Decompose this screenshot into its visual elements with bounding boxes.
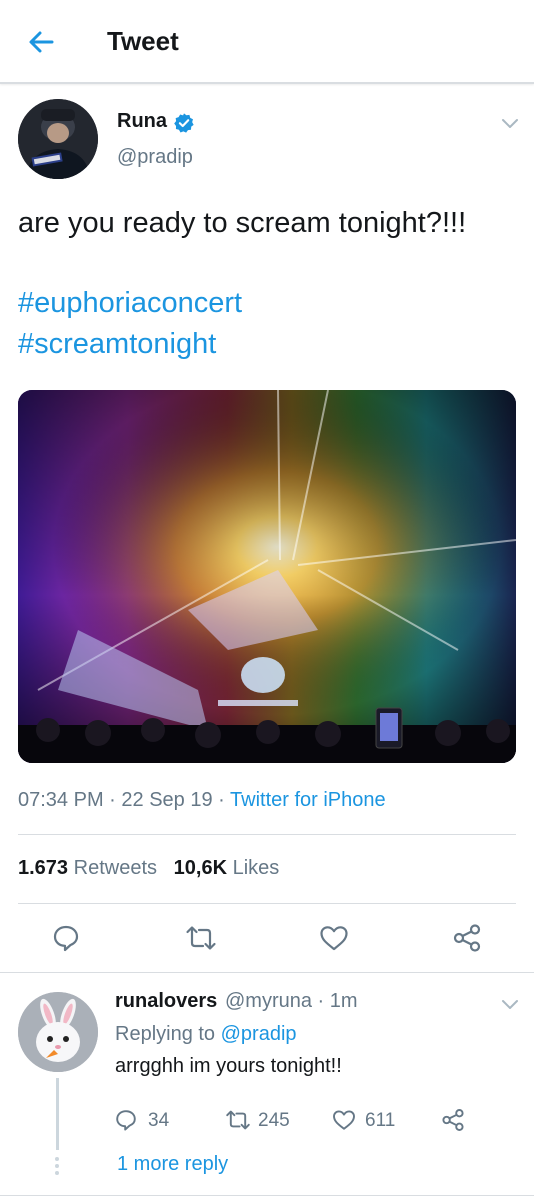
- author-handle[interactable]: @pradip: [117, 146, 193, 169]
- reply-time: 1m: [329, 990, 358, 1012]
- arrow-left-icon: [29, 31, 54, 53]
- tweet-date: 22 Sep 19: [121, 789, 213, 811]
- reply-icon: [53, 925, 79, 952]
- thread-dot: [55, 1171, 59, 1175]
- avatar-image: [18, 992, 98, 1072]
- chevron-down-icon[interactable]: [499, 993, 521, 1015]
- retweets-label: Retweets: [73, 857, 157, 879]
- more-replies-link[interactable]: 1 more reply: [117, 1153, 228, 1176]
- divider: [18, 903, 516, 904]
- reply-author-handle[interactable]: @myruna: [225, 990, 312, 1012]
- tweet-time: 07:34 PM: [18, 789, 104, 811]
- separator-dot: ·: [218, 789, 231, 811]
- retweets-stat[interactable]: 1.673 Retweets: [18, 857, 157, 879]
- retweets-count: 1.673: [18, 857, 69, 879]
- tweet-stats: 1.673 Retweets 10,6K Likes: [18, 857, 279, 880]
- verified-badge-icon: [174, 113, 194, 133]
- thread-dot: [55, 1157, 59, 1161]
- hashtag-link[interactable]: #euphoriaconcert: [18, 283, 242, 323]
- tweet-text: are you ready to scream tonight?!!!: [18, 207, 467, 239]
- reply-button[interactable]: [51, 923, 81, 953]
- heart-icon: [320, 926, 348, 951]
- share-icon: [453, 924, 481, 952]
- author-name[interactable]: Runa: [117, 110, 167, 133]
- top-bar: Tweet: [0, 0, 534, 84]
- reply-retweet-button[interactable]: [225, 1108, 251, 1132]
- share-button[interactable]: [452, 923, 482, 953]
- reply-author-avatar[interactable]: [18, 992, 98, 1072]
- hashtag-link[interactable]: #screamtonight: [18, 324, 216, 364]
- retweet-icon: [186, 926, 216, 950]
- tweet-source-link[interactable]: Twitter for iPhone: [230, 789, 386, 811]
- share-icon: [442, 1109, 464, 1131]
- section-divider: [0, 972, 534, 973]
- mention-link[interactable]: @pradip: [221, 1023, 297, 1045]
- author-avatar[interactable]: [18, 99, 98, 179]
- thread-dot: [55, 1164, 59, 1168]
- page-title: Tweet: [107, 26, 179, 56]
- tweet-photo[interactable]: [18, 390, 516, 763]
- thread-line: [56, 1078, 59, 1150]
- replying-to-label: Replying to: [115, 1023, 216, 1045]
- back-button[interactable]: [24, 24, 60, 60]
- likes-label: Likes: [232, 857, 280, 879]
- reply-like-count: 611: [365, 1110, 396, 1131]
- avatar-image: [18, 99, 98, 179]
- retweet-button[interactable]: [185, 923, 217, 953]
- like-button[interactable]: [318, 923, 350, 953]
- reply-retweet-count: 245: [258, 1110, 290, 1131]
- reply-like-button[interactable]: [331, 1108, 357, 1132]
- replying-to: Replying to @pradip: [115, 1023, 297, 1046]
- bottom-divider: [0, 1195, 534, 1196]
- chevron-down-icon[interactable]: [499, 112, 521, 134]
- likes-count: 10,6K: [173, 857, 228, 879]
- reply-count: 34: [148, 1110, 170, 1131]
- likes-stat[interactable]: 10,6K Likes: [174, 857, 280, 879]
- reply-icon: [116, 1110, 136, 1131]
- reply-reply-button[interactable]: [114, 1108, 138, 1132]
- concert-photo: [18, 390, 516, 763]
- retweet-icon: [226, 1110, 250, 1130]
- reply-author-meta: @myruna · 1m: [225, 990, 358, 1012]
- tweet-timestamp: 07:34 PM · 22 Sep 19 · Twitter for iPhon…: [18, 789, 386, 812]
- reply-text: arrgghh im yours tonight!!: [115, 1055, 342, 1077]
- reply-author-name[interactable]: runalovers: [115, 990, 217, 1013]
- heart-icon: [333, 1110, 355, 1130]
- divider: [18, 834, 516, 835]
- reply-share-button[interactable]: [441, 1108, 465, 1132]
- separator-dot: ·: [109, 789, 122, 811]
